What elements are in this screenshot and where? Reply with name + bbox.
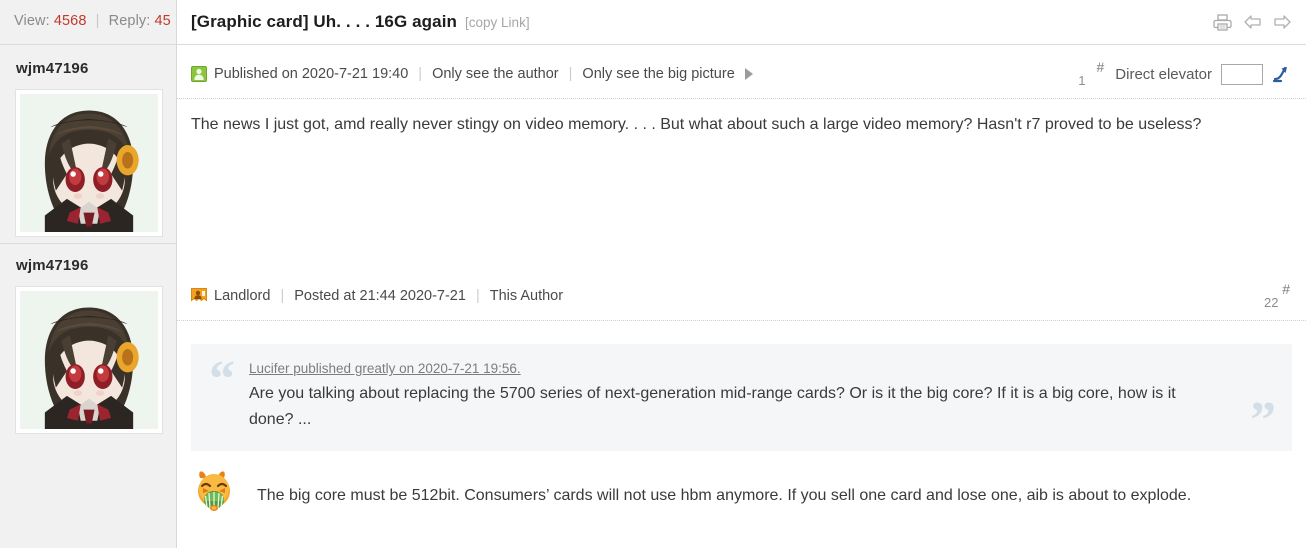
post-author-block-2: wjm47196	[0, 243, 176, 434]
orange-landlord-icon	[191, 288, 207, 304]
copy-link-button[interactable]: [copy Link]	[465, 15, 530, 30]
author-username[interactable]: wjm47196	[0, 257, 176, 274]
meta-divider: |	[418, 66, 423, 82]
floor-number: 1	[1078, 73, 1086, 88]
post-meta-bar: Published on 2020-7-21 19:40 | Only see …	[177, 45, 1306, 99]
this-author-link[interactable]: This Author	[490, 288, 563, 304]
triangle-right-icon[interactable]	[744, 68, 753, 80]
post-1: Published on 2020-7-21 19:40 | Only see …	[177, 45, 1306, 267]
post-2: Landlord | Posted at 21:44 2020-7-21 | T…	[177, 267, 1306, 514]
view-label: View:	[14, 13, 50, 29]
thread-stats-bar: View: 4568 | Reply: 45	[0, 0, 176, 45]
meta-divider: |	[475, 288, 480, 304]
title-actions	[1213, 13, 1292, 31]
orange-crying-fan-emoji-icon	[191, 468, 237, 514]
quote-close-mark: ”	[1250, 392, 1276, 449]
floor-indicator: # 1	[1078, 59, 1106, 89]
floor-hash: #	[1096, 59, 1105, 75]
quote-author-link[interactable]: Lucifer published greatly on 2020-7-21 1…	[249, 361, 521, 376]
post-meta-bar: Landlord | Posted at 21:44 2020-7-21 | T…	[177, 267, 1306, 321]
post-meta-right: # 1 Direct elevator	[1078, 59, 1292, 89]
quote-open-mark: “	[209, 351, 235, 408]
post-author-block-1: wjm47196	[0, 45, 176, 237]
view-count: 4568	[53, 13, 87, 29]
floor-hash: #	[1282, 281, 1290, 297]
only-see-big-picture-link[interactable]: Only see the big picture	[582, 66, 734, 82]
floor-indicator: # 22	[1264, 281, 1292, 311]
quote-text: Are you talking about replacing the 5700…	[249, 385, 1176, 428]
anime-girl-avatar-icon	[20, 291, 158, 429]
floor-number: 22	[1264, 295, 1279, 310]
forum-thread-page: View: 4568 | Reply: 45 wjm47196 wjm47196…	[0, 0, 1306, 548]
arrow-left-icon[interactable]	[1243, 14, 1262, 30]
sidebar: View: 4568 | Reply: 45 wjm47196 wjm47196	[0, 0, 177, 548]
anime-girl-avatar-icon	[20, 94, 158, 232]
page-title: [Graphic card] Uh. . . . 16G again	[191, 12, 458, 31]
print-icon[interactable]	[1213, 13, 1232, 31]
direct-elevator-input[interactable]	[1221, 63, 1263, 85]
meta-divider: |	[568, 66, 573, 82]
jump-arrow-icon[interactable]	[1272, 65, 1292, 83]
avatar[interactable]	[15, 89, 163, 237]
green-user-icon	[191, 66, 207, 82]
thread-main-column: [Graphic card] Uh. . . . 16G again [copy…	[177, 0, 1306, 548]
post-content: The big core must be 512bit. Consumers’ …	[177, 451, 1306, 514]
reply-label: Reply:	[108, 13, 151, 29]
reply-count: 45	[154, 13, 171, 29]
meta-divider: |	[280, 288, 285, 304]
avatar[interactable]	[15, 286, 163, 434]
landlord-label: Landlord	[214, 288, 271, 304]
only-see-author-link[interactable]: Only see the author	[432, 66, 559, 82]
stats-separator: |	[95, 13, 100, 29]
posted-date: Posted at 21:44 2020-7-21	[294, 288, 466, 304]
direct-elevator-label: Direct elevator	[1115, 65, 1212, 83]
thread-title-bar: [Graphic card] Uh. . . . 16G again [copy…	[177, 0, 1306, 45]
post-meta-right: # 22	[1264, 281, 1292, 311]
arrow-right-icon[interactable]	[1273, 14, 1292, 30]
quote-block: “ ” Lucifer published greatly on 2020-7-…	[191, 344, 1292, 451]
post-content: The news I just got, amd really never st…	[191, 116, 1202, 133]
author-username[interactable]: wjm47196	[0, 60, 176, 77]
published-date: Published on 2020-7-21 19:40	[214, 66, 409, 82]
post-content-text: The big core must be 512bit. Consumers’ …	[257, 487, 1192, 504]
